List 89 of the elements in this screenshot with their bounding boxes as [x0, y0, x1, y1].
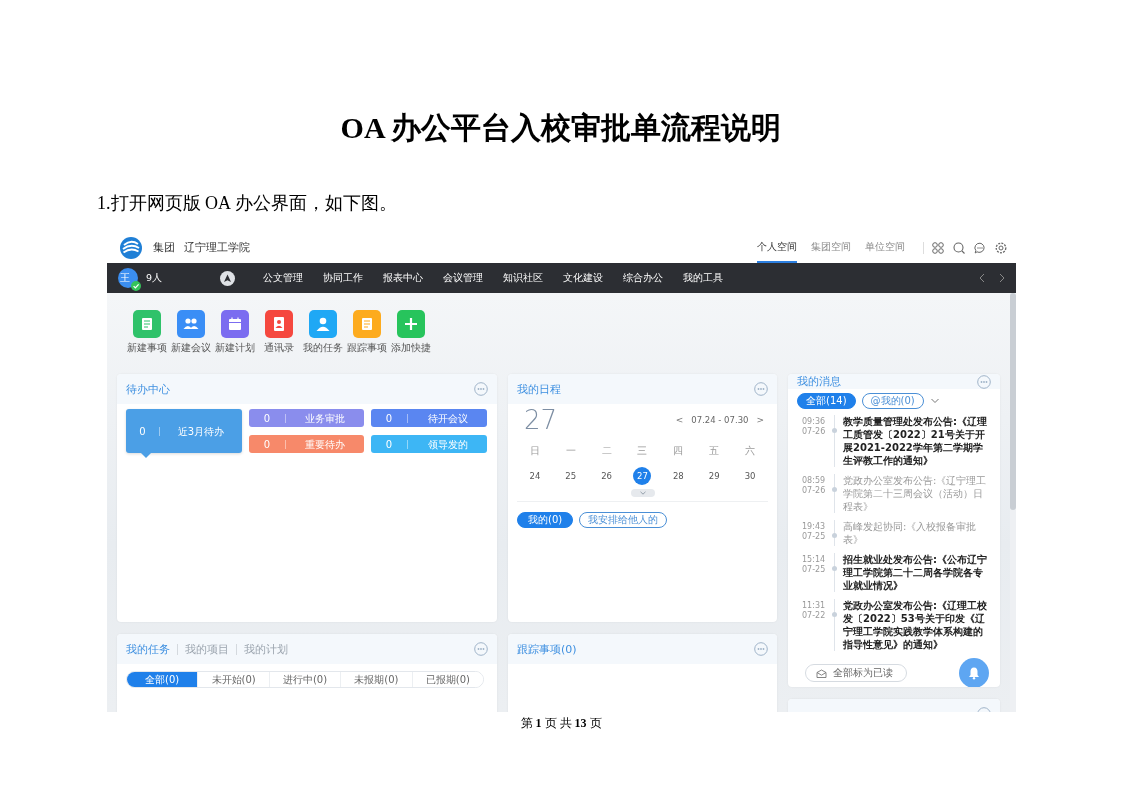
- calendar-day[interactable]: 24: [525, 467, 544, 485]
- weekday-label: 日: [528, 444, 541, 458]
- quick-action-button[interactable]: 跟踪事项: [345, 310, 389, 356]
- logo-icon: [119, 235, 143, 260]
- schedule-filter-button[interactable]: 我的(0): [517, 512, 574, 528]
- message-date: 07-25: [802, 532, 827, 542]
- dropdown-chevron-icon[interactable]: [929, 397, 940, 405]
- message-date: 07-22: [802, 611, 827, 621]
- week-range: 07.24 - 07.30: [691, 415, 749, 425]
- previous-week-button[interactable]: <: [675, 415, 684, 425]
- nav-menu-item[interactable]: 综合办公: [623, 271, 664, 285]
- message-time: 08:59: [802, 476, 827, 486]
- more-icon[interactable]: [754, 382, 768, 396]
- space-tab[interactable]: 集团空间: [811, 232, 851, 263]
- apps-icon[interactable]: [932, 241, 944, 254]
- nav-menu-item[interactable]: 会议管理: [443, 271, 484, 285]
- document-title: OA 办公平台入校审批单流程说明: [339, 110, 783, 146]
- task-filter-tab[interactable]: 已报期(0): [411, 672, 483, 687]
- settings-icon[interactable]: [995, 241, 1007, 254]
- user-avatar[interactable]: 王: [118, 268, 138, 288]
- quick-action-button[interactable]: 新建事项: [125, 310, 169, 356]
- next-week-button[interactable]: >: [756, 415, 764, 425]
- chevron-left-icon[interactable]: [978, 273, 986, 283]
- bell-icon: [967, 666, 981, 680]
- calendar-day[interactable]: 29: [705, 467, 724, 485]
- message-date: 07-26: [802, 486, 827, 496]
- quick-action-button[interactable]: 我的任务: [301, 310, 345, 356]
- card-title: 待办中心: [126, 381, 170, 397]
- nav-menu-item[interactable]: 协同工作: [323, 271, 364, 285]
- nav-menu-item[interactable]: 我的工具: [683, 271, 724, 285]
- message-time: 09:36: [802, 417, 827, 427]
- message-date: 07-25: [802, 565, 827, 575]
- quick-action-button[interactable]: 通讯录: [257, 310, 301, 356]
- current-date: 27: [523, 406, 558, 434]
- message-text[interactable]: 党政办公室发布公告:《辽理工校发〔2022〕53号关于印发《辽宁理工学院实践教学体系构建的指导性意见》的通知》: [841, 599, 991, 651]
- message-filter-button[interactable]: @我的(0): [861, 393, 924, 409]
- nav-menu-item[interactable]: 文化建设: [563, 271, 604, 285]
- card-title: 我的消息: [797, 374, 841, 389]
- calendar-day[interactable]: 25: [561, 467, 580, 485]
- calendar-day[interactable]: 26: [597, 467, 616, 485]
- task-filter-tab[interactable]: 全部(0): [127, 672, 198, 687]
- more-icon[interactable]: [474, 382, 488, 396]
- school-name: 辽宁理工学院: [184, 240, 250, 255]
- weekday-label: 六: [744, 444, 757, 458]
- weekday-label: 五: [708, 444, 721, 458]
- timeline-dot: [832, 566, 837, 571]
- message-date: 07-26: [802, 427, 827, 437]
- more-icon[interactable]: [474, 642, 488, 656]
- timeline-dot: [832, 533, 837, 538]
- nav-menu-item[interactable]: 知识社区: [503, 271, 544, 285]
- envelope-icon: [816, 668, 827, 678]
- more-icon[interactable]: [754, 642, 768, 656]
- expand-chevron-icon[interactable]: [630, 489, 655, 497]
- message-filter-button[interactable]: 全部(14): [797, 393, 856, 409]
- calendar-day[interactable]: 30: [741, 467, 760, 485]
- space-tab[interactable]: 单位空间: [865, 232, 905, 263]
- org-label: 集团: [153, 240, 175, 255]
- timeline-dot: [832, 487, 837, 492]
- message-text[interactable]: 招生就业处发布公告:《公布辽宁理工学院第二十二周各学院各专业就业情况》: [841, 553, 991, 592]
- search-icon[interactable]: [953, 241, 965, 254]
- calendar-day[interactable]: 27: [633, 467, 652, 485]
- nav-menu-item[interactable]: 公文管理: [263, 271, 304, 285]
- chevron-right-icon[interactable]: [998, 273, 1006, 283]
- message-text[interactable]: 教学质量管理处发布公告:《辽理工质管发〔2022〕21号关于开展2021-2022学年第二学期学生评教工作的通知》: [841, 415, 991, 467]
- quick-action-button[interactable]: 新建计划: [213, 310, 257, 356]
- card-title: 我的日程: [517, 381, 561, 397]
- message-time: 19:43: [802, 522, 827, 532]
- instruction-text: 1.打开网页版 OA 办公界面，如下图。: [97, 192, 397, 215]
- task-tab[interactable]: 我的任务: [126, 641, 170, 657]
- timeline-dot: [832, 612, 837, 617]
- schedule-filter-button[interactable]: 我安排给他人的: [579, 512, 668, 528]
- mark-all-read-button[interactable]: 全部标为已读: [805, 664, 907, 682]
- calendar-day[interactable]: 28: [669, 467, 688, 485]
- card-title: 跟踪事项(0): [517, 641, 577, 657]
- nav-menu-item[interactable]: 报表中心: [383, 271, 424, 285]
- weekday-label: 四: [672, 444, 685, 458]
- weekday-label: 三: [636, 444, 649, 458]
- todo-count-tile[interactable]: 0 待开会议: [371, 409, 487, 427]
- selection-pointer: [141, 453, 151, 458]
- timeline-dot: [832, 428, 837, 433]
- quick-action-button[interactable]: 添加快捷: [389, 310, 433, 356]
- quick-action-button[interactable]: 新建会议: [169, 310, 213, 356]
- notification-bell-button[interactable]: [959, 658, 989, 687]
- more-icon[interactable]: [977, 374, 991, 389]
- chat-bubble-icon[interactable]: [974, 241, 986, 254]
- message-time: 15:14: [802, 555, 827, 565]
- message-time: 11:31: [802, 601, 827, 611]
- page-number-footer: 第 1 页 共 13 页: [520, 716, 602, 730]
- online-count: 9人: [146, 271, 163, 285]
